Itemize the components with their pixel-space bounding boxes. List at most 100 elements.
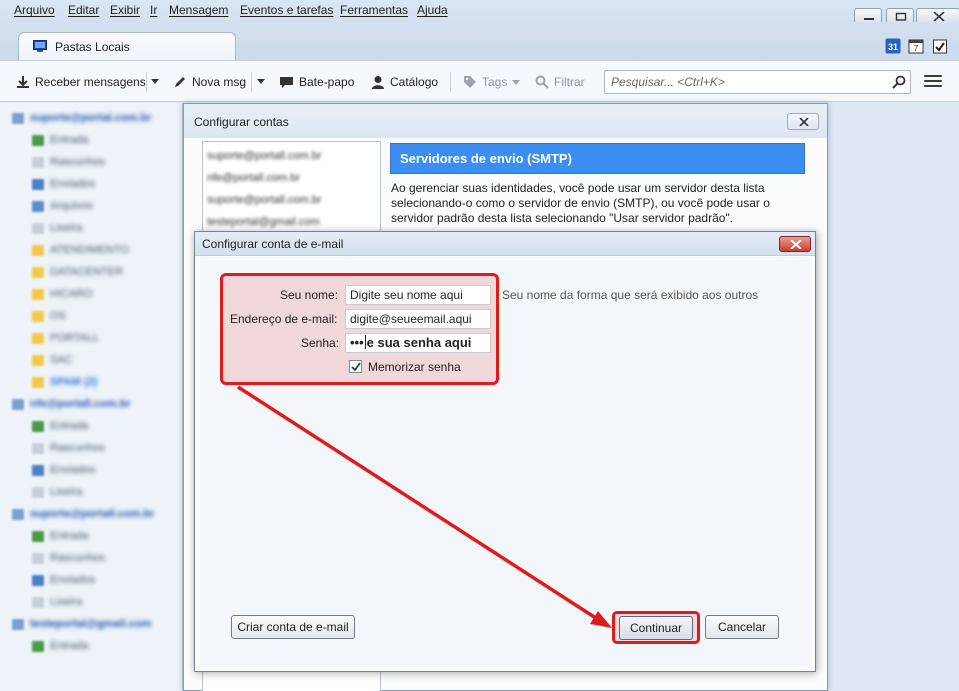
folder-icon: [32, 531, 44, 542]
account-list-item[interactable]: testeportal@gmail.com: [207, 216, 320, 228]
folder-item[interactable]: Enviados: [0, 571, 182, 591]
name-label: Seu nome:: [280, 288, 338, 302]
account-list-item[interactable]: nfe@portall.com.br: [207, 172, 300, 184]
receive-label: Receber mensagens: [35, 75, 146, 89]
folder-item[interactable]: OS: [0, 307, 182, 327]
menu-ferramentas[interactable]: Ferramentas: [340, 3, 408, 17]
folder-label: Lixeira: [50, 486, 83, 498]
folder-icon: [32, 487, 44, 498]
folder-label: DATACENTER: [50, 266, 123, 278]
email-setup-close-button[interactable]: [779, 236, 811, 252]
name-hint: Seu nome da forma que será exibido aos o…: [502, 288, 759, 302]
text-cursor: [364, 335, 366, 349]
receive-messages-button[interactable]: Receber mensagens: [16, 72, 146, 92]
new-message-button[interactable]: Nova msg: [173, 72, 246, 92]
password-field[interactable]: ••• e sua senha aqui: [345, 333, 491, 353]
tags-button[interactable]: Tags: [463, 72, 521, 92]
folder-item[interactable]: HICARO: [0, 285, 182, 305]
folder-item[interactable]: Entrada: [0, 131, 182, 151]
search-box[interactable]: [604, 70, 911, 94]
account-icon: [12, 509, 24, 520]
password-text: e sua senha aqui: [366, 335, 472, 350]
folder-item[interactable]: SAC: [0, 351, 182, 371]
folder-icon: [32, 597, 44, 608]
folder-icon: [32, 443, 44, 454]
account-item[interactable]: nfe@portall.com.br: [0, 395, 182, 415]
new-message-dropdown-arrow[interactable]: [257, 79, 265, 84]
folder-label: SPAM (2): [50, 376, 98, 388]
menu-ajuda[interactable]: Ajuda: [417, 3, 448, 17]
address-book-label: Catálogo: [390, 75, 439, 89]
folder-icon: [32, 333, 44, 344]
account-list-item[interactable]: suporte@portall.com.br: [207, 150, 322, 162]
folder-icon: [32, 245, 44, 256]
close-icon: [799, 118, 809, 126]
calendar-week-icon[interactable]: 7: [908, 38, 924, 54]
menu-eventos-tarefas[interactable]: Eventos e tarefas: [240, 3, 333, 17]
folder-label: PORTALL: [50, 332, 100, 344]
folder-item[interactable]: Entrada: [0, 527, 182, 547]
separator: [251, 72, 252, 92]
filter-button[interactable]: Filtrar: [535, 72, 585, 92]
folder-item[interactable]: Rascunhos: [0, 439, 182, 459]
menu-mensagem[interactable]: Mensagem: [169, 3, 228, 17]
email-field[interactable]: digite@seueemail.aqui: [345, 309, 491, 329]
folder-item[interactable]: Lixeira: [0, 593, 182, 613]
menu-ir[interactable]: Ir: [150, 3, 157, 17]
restore-icon: [895, 12, 907, 21]
chat-button[interactable]: Bate-papo: [279, 72, 354, 92]
account-list-item[interactable]: suporte@portall.com.br: [207, 194, 322, 206]
folder-label: ATENDIMENTO: [50, 244, 130, 256]
folder-item[interactable]: SPAM (2): [0, 373, 182, 393]
search-input[interactable]: [611, 74, 881, 90]
folder-item[interactable]: PORTALL: [0, 329, 182, 349]
account-settings-titlebar: Configurar contas: [184, 104, 827, 138]
folder-item[interactable]: DATACENTER: [0, 263, 182, 283]
folder-item[interactable]: Enviados: [0, 461, 182, 481]
create-account-button[interactable]: Criar conta de e-mail: [231, 615, 355, 639]
account-item[interactable]: suporte@portal.com.br: [0, 109, 182, 129]
continue-button[interactable]: Continuar: [619, 616, 693, 640]
hamburger-line: [924, 85, 942, 87]
folder-pane: suporte@portal.com.br Entrada Rascunhos Env…: [0, 103, 183, 691]
receive-dropdown-arrow[interactable]: [151, 79, 159, 84]
folder-icon: [32, 289, 44, 300]
folder-item[interactable]: Enviados: [0, 175, 182, 195]
menu-arquivo[interactable]: Arquivo: [14, 3, 55, 17]
folder-item[interactable]: Entrada: [0, 637, 182, 657]
name-field[interactable]: Digite seu nome aqui: [345, 285, 491, 305]
menu-editar[interactable]: Editar: [68, 3, 99, 17]
tags-label: Tags: [482, 75, 508, 89]
folder-item[interactable]: Arquivos: [0, 197, 182, 217]
tab-strip: Pastas Locais 31 7: [0, 22, 959, 62]
tasks-icon[interactable]: [932, 38, 948, 54]
tab-pastas-locais[interactable]: Pastas Locais: [18, 32, 236, 62]
account-icon: [12, 113, 24, 124]
app-menu-button[interactable]: [924, 75, 942, 89]
hamburger-line: [924, 80, 942, 82]
folder-item[interactable]: ATENDIMENTO: [0, 241, 182, 261]
menu-exibir[interactable]: Exibir: [110, 3, 140, 17]
folder-label: Enviados: [50, 178, 96, 190]
folder-icon: [32, 355, 44, 366]
folder-icon: [32, 641, 44, 652]
folder-label: suporte@portall.com.br: [30, 508, 155, 520]
account-item[interactable]: suporte@portall.com.br: [0, 505, 182, 525]
folder-item[interactable]: Lixeira: [0, 219, 182, 239]
cancel-button[interactable]: Cancelar: [705, 615, 779, 639]
remember-password-label: Memorizar senha: [368, 360, 461, 374]
address-book-button[interactable]: Catálogo: [371, 72, 438, 92]
calendar-icon[interactable]: 31: [885, 38, 901, 54]
search-icon[interactable]: [892, 75, 906, 92]
account-item[interactable]: testeportal@gmail.com: [0, 615, 182, 635]
folder-item[interactable]: Rascunhos: [0, 153, 182, 173]
account-settings-close-button[interactable]: [787, 113, 819, 130]
remember-password-checkbox[interactable]: [349, 360, 362, 373]
folder-item[interactable]: Rascunhos: [0, 549, 182, 569]
folder-item[interactable]: Entrada: [0, 417, 182, 437]
folder-label: Entrada: [50, 530, 89, 542]
folder-label: suporte@portal.com.br: [30, 112, 152, 124]
folder-item[interactable]: Lixeira: [0, 483, 182, 503]
chat-icon: [280, 77, 293, 88]
account-settings-title: Configurar contas: [194, 115, 289, 129]
